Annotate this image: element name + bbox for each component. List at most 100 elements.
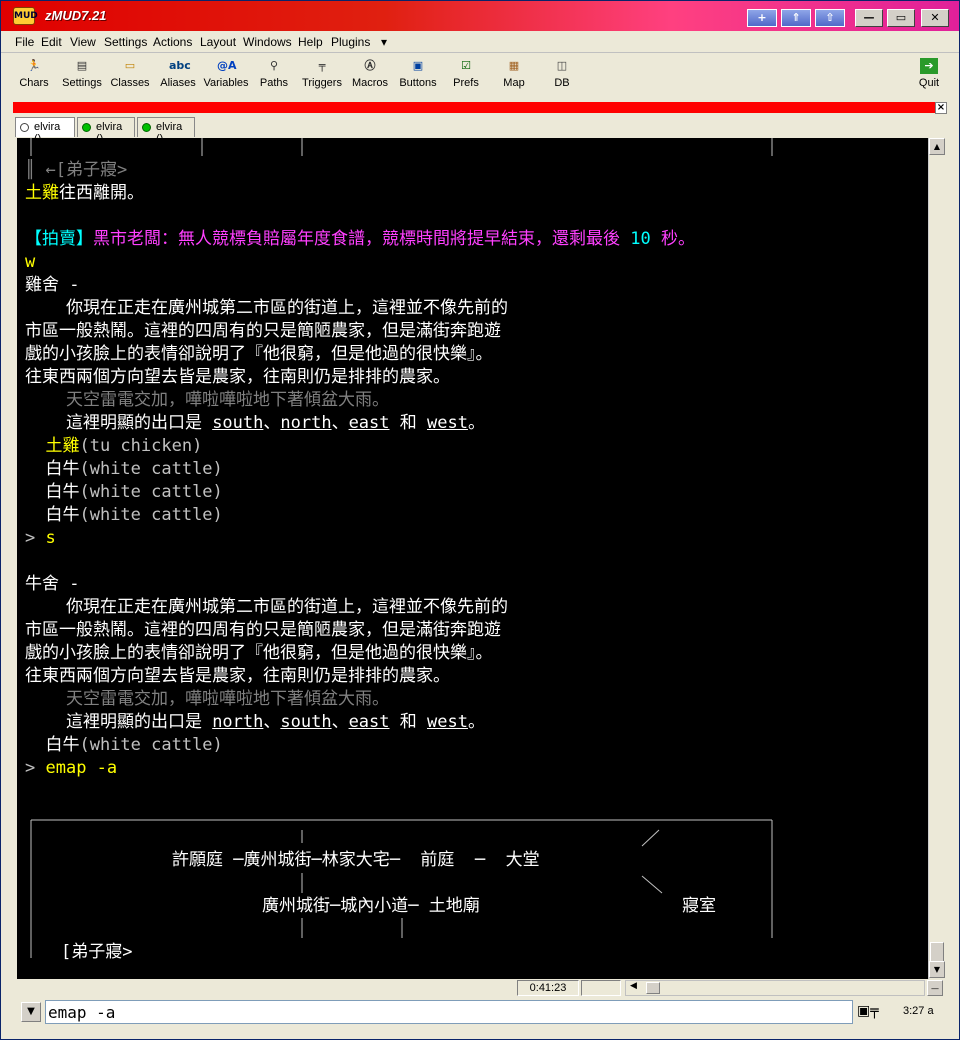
settings-icon: ▤	[76, 59, 88, 72]
mud-output-terminal[interactable]: ║ ←[弟子寢> 土雞往西離開。 【拍賣】黑市老闆：無人競標負賠屬年度食譜，競標時間…	[17, 138, 928, 979]
menu-layout[interactable]: Layout	[200, 35, 236, 49]
scroll-left-icon[interactable]: ◀	[630, 981, 637, 991]
minimize-button[interactable]: —	[855, 9, 883, 27]
toolbar-settings-button[interactable]: ▤ Settings	[58, 58, 106, 98]
toolbar-label: DB	[554, 77, 570, 89]
toolbar-db-button[interactable]: ◫ DB	[538, 58, 586, 98]
terminal-text: 這裡明顯的出口是	[25, 413, 213, 433]
history-dropdown-icon[interactable]: ▼	[21, 1002, 41, 1022]
toolbar-classes-button[interactable]: ▭ Classes	[106, 58, 154, 98]
map-bottom-label: [弟子寢>	[61, 942, 133, 962]
terminal-text: w	[25, 252, 36, 272]
toolbar-prefs-button[interactable]: ☑ Prefs	[442, 58, 490, 98]
command-input[interactable]: emap -a	[45, 1000, 853, 1024]
terminal-text: 這裡明顯的出口是	[25, 712, 213, 732]
exit-link[interactable]: north	[212, 712, 263, 732]
exit-link[interactable]: east	[349, 413, 390, 433]
terminal-line: 土雞(tu chicken)	[25, 436, 202, 456]
scroll-up-button[interactable]: ▲	[929, 138, 945, 155]
terminal-text: 雞舍 -	[25, 275, 80, 295]
tab-elvira-2[interactable]: elvira ()	[77, 117, 135, 145]
menu-view[interactable]: View	[70, 35, 96, 49]
close-button[interactable]: ✕	[921, 9, 949, 27]
terminal-line: 市區一般熱鬧。這裡的四周有的只是簡陋農家，但是滿街奔跑遊	[25, 321, 501, 341]
minimize-pane-icon[interactable]: —	[927, 980, 943, 996]
terminal-text: 和	[389, 413, 427, 433]
tab-elvira-1[interactable]: elvira ()	[15, 117, 75, 145]
quit-icon: ➔	[920, 58, 938, 74]
toolbar-aliases-button[interactable]: abc Aliases	[154, 58, 202, 98]
map-room-label: 寢室	[682, 896, 716, 916]
terminal-line: 土雞往西離開。	[25, 183, 144, 203]
terminal-text: (white cattle)	[79, 505, 223, 525]
computer-gun-icon[interactable]: ▣╤	[857, 1003, 879, 1019]
map-row-1: 許願庭 ─廣州城街─林家大宅─ 前庭 ─ 大堂	[172, 850, 540, 870]
terminal-line: 往東西兩個方向望去皆是農家，往南則仍是排排的農家。	[25, 666, 450, 686]
terminal-line: > emap -a	[25, 758, 117, 778]
toolbar-chars-button[interactable]: 🏃 Chars	[10, 58, 58, 98]
menu-actions[interactable]: Actions	[153, 35, 192, 49]
menu-bar: File Edit View Settings Actions Layout W…	[1, 31, 959, 53]
map-icon: ▦	[508, 59, 520, 72]
folder-icon: ▭	[124, 59, 136, 72]
exit-link[interactable]: east	[349, 712, 390, 732]
menu-windows[interactable]: Windows	[243, 35, 292, 49]
terminal-text: 10	[630, 229, 651, 249]
toolbar-label: Macros	[351, 77, 389, 89]
tab-elvira-3[interactable]: elvira ()	[137, 117, 195, 145]
menu-edit[interactable]: Edit	[41, 35, 62, 49]
scroll-thumb[interactable]	[930, 942, 944, 962]
add-button[interactable]: +	[747, 9, 777, 27]
terminal-text: 市區一般熱鬧。這裡的四周有的只是簡陋農家，但是滿街奔跑遊	[25, 321, 501, 341]
toolbar-label: Settings	[62, 77, 102, 89]
terminal-text: 白牛	[25, 735, 80, 755]
exit-link[interactable]: south	[280, 712, 331, 732]
terminal-text: 市區一般熱鬧。這裡的四周有的只是簡陋農家，但是滿街奔跑遊	[25, 620, 501, 640]
menu-overflow[interactable]: ▾	[381, 35, 387, 49]
scroll-down-button[interactable]: ▼	[929, 961, 945, 978]
menu-file[interactable]: File	[15, 35, 34, 49]
terminal-line: 白牛(white cattle)	[25, 482, 222, 502]
toolbar-map-button[interactable]: ▦ Map	[490, 58, 538, 98]
title-bar[interactable]: MUD zMUD7.21 + ⇑ ⇧ — ▭ ✕	[1, 1, 959, 31]
terminal-text: 秒。	[650, 229, 695, 249]
walker-icon: ⚲	[269, 59, 279, 72]
terminal-text: 戲的小孩臉上的表情卻說明了『他很窮，但是他過的很快樂』。	[25, 643, 493, 663]
terminal-text: s	[45, 528, 56, 548]
terminal-text: 、	[331, 712, 349, 732]
hscroll-thumb[interactable]	[646, 982, 660, 994]
menu-settings[interactable]: Settings	[104, 35, 147, 49]
terminal-text: 。	[467, 712, 485, 732]
mud-app-icon[interactable]: MUD	[13, 7, 38, 25]
quit-button[interactable]: ➔ Quit	[905, 58, 953, 98]
vertical-scrollbar[interactable]: ▲ ▼	[928, 138, 945, 979]
terminal-line: w	[25, 252, 35, 272]
maximize-button[interactable]: ▭	[887, 9, 915, 27]
status-red-bar	[13, 102, 947, 113]
terminal-line: ║ ←[弟子寢>	[25, 160, 127, 180]
toolbar-variables-button[interactable]: @A Variables	[202, 58, 250, 98]
exit-link[interactable]: south	[212, 413, 263, 433]
exit-link[interactable]: north	[280, 413, 331, 433]
toolbar-paths-button[interactable]: ⚲ Paths	[250, 58, 298, 98]
menu-plugins[interactable]: Plugins	[331, 35, 370, 49]
menu-help[interactable]: Help	[298, 35, 323, 49]
terminal-text: 【拍賣】	[25, 229, 93, 249]
terminal-line: 白牛(white cattle)	[25, 735, 222, 755]
exit-link[interactable]: west	[427, 712, 468, 732]
exit-link[interactable]: west	[427, 413, 468, 433]
toolbar-buttons-button[interactable]: ▣ Buttons	[394, 58, 442, 98]
connected-dot-icon	[82, 123, 91, 132]
toolbar-macros-button[interactable]: Ⓐ Macros	[346, 58, 394, 98]
double-up-button[interactable]: ⇑	[781, 9, 811, 27]
status-bar: 0:41:23 ◀ —	[17, 979, 945, 997]
terminal-line: > s	[25, 528, 56, 548]
terminal-text: 黑市老闆：無人競標負賠屬年度食譜，競標時間將提早結束，還剩最後	[93, 229, 631, 249]
terminal-text: 戲的小孩臉上的表情卻說明了『他很窮，但是他過的很快樂』。	[25, 344, 493, 364]
toolbar-triggers-button[interactable]: ╤ Triggers	[298, 58, 346, 98]
horizontal-scrollbar[interactable]: ◀	[625, 980, 925, 996]
terminal-text: emap -a	[45, 758, 118, 778]
pin-button[interactable]: ⇧	[815, 9, 845, 27]
close-icon[interactable]: ×	[935, 102, 947, 114]
variable-icon: @A	[217, 59, 237, 72]
